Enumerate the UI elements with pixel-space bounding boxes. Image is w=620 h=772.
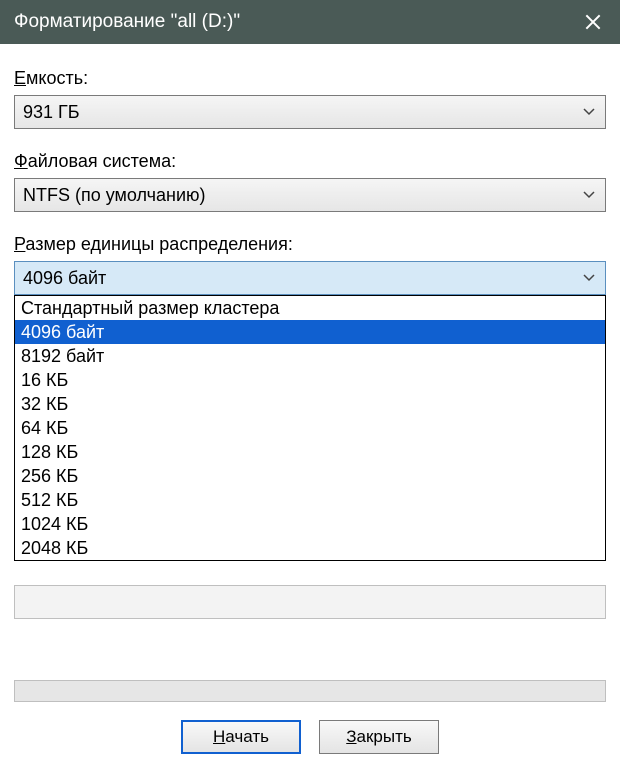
allocation-option[interactable]: 256 КБ (15, 464, 605, 488)
allocation-option[interactable]: 32 КБ (15, 392, 605, 416)
dialog-footer: Начать Закрыть (14, 720, 606, 772)
allocation-label: Размер единицы распределения: (14, 234, 606, 255)
allocation-option[interactable]: 4096 байт (15, 320, 605, 344)
allocation-combo[interactable]: 4096 байт (14, 261, 606, 295)
filesystem-label: Файловая система: (14, 151, 606, 172)
disabled-field (14, 585, 606, 619)
format-dialog: Форматирование "all (D:)" Емкость: 931 Г… (0, 0, 620, 772)
filesystem-combo[interactable]: NTFS (по умолчанию) (14, 178, 606, 212)
titlebar: Форматирование "all (D:)" (0, 0, 620, 44)
allocation-option[interactable]: 128 КБ (15, 440, 605, 464)
allocation-option[interactable]: 64 КБ (15, 416, 605, 440)
chevron-down-icon (581, 104, 597, 120)
allocation-option[interactable]: 16 КБ (15, 368, 605, 392)
capacity-combo[interactable]: 931 ГБ (14, 95, 606, 129)
chevron-down-icon (581, 270, 597, 286)
allocation-option[interactable]: Стандартный размер кластера (15, 296, 605, 320)
progress-bar (14, 680, 606, 702)
allocation-option[interactable]: 2048 КБ (15, 536, 605, 560)
allocation-option[interactable]: 8192 байт (15, 344, 605, 368)
close-button[interactable]: Закрыть (319, 720, 439, 754)
close-icon[interactable] (566, 0, 620, 44)
chevron-down-icon (581, 187, 597, 203)
allocation-option[interactable]: 512 КБ (15, 488, 605, 512)
filesystem-value: NTFS (по умолчанию) (23, 185, 581, 206)
window-title: Форматирование "all (D:)" (14, 11, 566, 33)
start-button[interactable]: Начать (181, 720, 301, 754)
capacity-label: Емкость: (14, 68, 606, 89)
allocation-option[interactable]: 1024 КБ (15, 512, 605, 536)
capacity-value: 931 ГБ (23, 102, 581, 123)
allocation-dropdown-list[interactable]: Стандартный размер кластера4096 байт8192… (14, 295, 606, 561)
allocation-value: 4096 байт (23, 268, 581, 289)
